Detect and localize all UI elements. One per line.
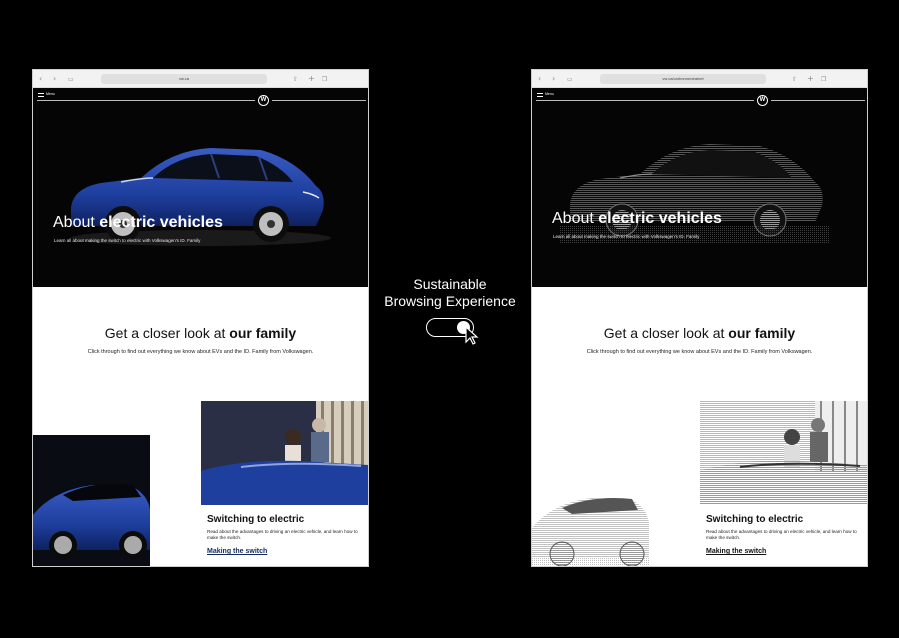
hero-banner: Menu W About electric vehicles Learn all… — [532, 88, 867, 287]
back-icon[interactable]: ‹ — [39, 73, 42, 84]
plus-icon[interactable]: + — [807, 73, 814, 84]
switch-description: Read about the advantages to driving an … — [207, 529, 358, 540]
hero-subtitle: Learn all about making the switch to ele… — [553, 234, 700, 239]
center-heading-line1: Sustainable — [413, 276, 487, 292]
center-heading-line2: Browsing Experience — [384, 293, 516, 309]
browser-window-standard: ‹ › ▭ vw.ca ⇧ + ❐ Menu W About electric … — [32, 69, 369, 567]
making-the-switch-link[interactable]: Making the switch — [207, 548, 267, 555]
section-title-bold: our family — [728, 325, 796, 341]
menu-icon[interactable] — [38, 93, 44, 97]
url-bar[interactable]: vw.ca/carbonneutralnet — [600, 74, 766, 84]
hero-subtitle: Learn all about making the switch to ele… — [54, 238, 201, 243]
hero-title: About electric vehicles — [552, 210, 722, 228]
share-icon[interactable]: ⇧ — [792, 74, 797, 85]
menu-label[interactable]: Menu — [545, 92, 554, 96]
hero-title-bold: electric vehicles — [99, 214, 223, 231]
switch-title: Switching to electric — [706, 514, 804, 525]
section-title-light: Get a closer look at — [603, 325, 729, 341]
hero-title-bold: electric vehicles — [598, 210, 722, 227]
site-header: Menu W — [33, 88, 368, 106]
hero-banner: Menu W About electric vehicles Learn all… — [33, 88, 368, 287]
browser-window-sustainable: ‹ › ▭ vw.ca/carbonneutralnet ⇧ + ❐ Menu … — [531, 69, 868, 567]
header-divider — [771, 100, 865, 101]
share-icon[interactable]: ⇧ — [293, 74, 298, 85]
site-header: Menu W — [532, 88, 867, 106]
switch-description: Read about the advantages to driving an … — [706, 529, 857, 540]
vw-logo-icon[interactable]: W — [258, 95, 269, 106]
menu-label[interactable]: Menu — [46, 92, 55, 96]
header-divider — [37, 100, 255, 101]
book-icon[interactable]: ▭ — [68, 74, 74, 85]
url-bar[interactable]: vw.ca — [101, 74, 267, 84]
section-title-bold: our family — [229, 325, 297, 341]
people-image[interactable] — [700, 401, 867, 505]
cursor-icon — [465, 326, 479, 345]
section-subtitle: Click through to find out everything we … — [87, 349, 314, 355]
section-title: Get a closer look at our family — [33, 325, 368, 341]
browser-toolbar: ‹ › ▭ vw.ca ⇧ + ❐ — [33, 70, 368, 88]
car-side-image[interactable] — [532, 478, 649, 566]
section-title-light: Get a closer look at — [104, 325, 230, 341]
tabs-icon[interactable]: ❐ — [821, 74, 826, 85]
hero-title: About electric vehicles — [53, 214, 223, 232]
car-side-image[interactable] — [33, 435, 150, 566]
book-icon[interactable]: ▭ — [567, 74, 573, 85]
switch-title: Switching to electric — [207, 514, 305, 525]
header-divider — [536, 100, 754, 101]
section-subtitle: Click through to find out everything we … — [586, 349, 813, 355]
forward-icon[interactable]: › — [53, 73, 56, 84]
hero-title-light: About — [53, 214, 100, 231]
making-the-switch-link[interactable]: Making the switch — [706, 548, 766, 555]
back-icon[interactable]: ‹ — [538, 73, 541, 84]
hero-title-light: About — [552, 210, 599, 227]
plus-icon[interactable]: + — [308, 73, 315, 84]
people-image[interactable] — [201, 401, 368, 505]
vw-logo-icon[interactable]: W — [757, 95, 768, 106]
forward-icon[interactable]: › — [552, 73, 555, 84]
tabs-icon[interactable]: ❐ — [322, 74, 327, 85]
section-title: Get a closer look at our family — [532, 325, 867, 341]
header-divider — [272, 100, 366, 101]
menu-icon[interactable] — [537, 93, 543, 97]
browser-toolbar: ‹ › ▭ vw.ca/carbonneutralnet ⇧ + ❐ — [532, 70, 867, 88]
